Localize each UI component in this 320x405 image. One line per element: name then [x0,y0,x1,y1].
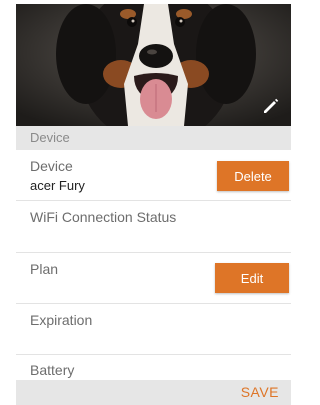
edit-plan-button[interactable]: Edit [215,263,289,293]
plan-row: Plan Edit [16,253,291,303]
expiration-row: Expiration [16,304,291,354]
expiration-label: Expiration [30,312,93,328]
section-header-title: Device [30,130,70,145]
device-photo [16,4,291,126]
device-label: Device [30,158,73,174]
device-row: Device acer Fury Delete [16,150,291,200]
section-header-device: Device [16,126,291,150]
plan-label: Plan [30,261,59,277]
delete-button[interactable]: Delete [217,161,289,191]
battery-row: Battery [16,355,291,380]
wifi-status-label: WiFi Connection Status [30,209,177,225]
save-button[interactable]: SAVE [241,384,279,400]
footer-bar: SAVE [16,380,291,405]
device-name-value: acer Fury [30,178,85,193]
wifi-status-row: WiFi Connection Status [16,201,291,251]
dog-photo [16,4,291,126]
pencil-icon[interactable] [261,96,281,116]
battery-label: Battery [30,362,75,378]
